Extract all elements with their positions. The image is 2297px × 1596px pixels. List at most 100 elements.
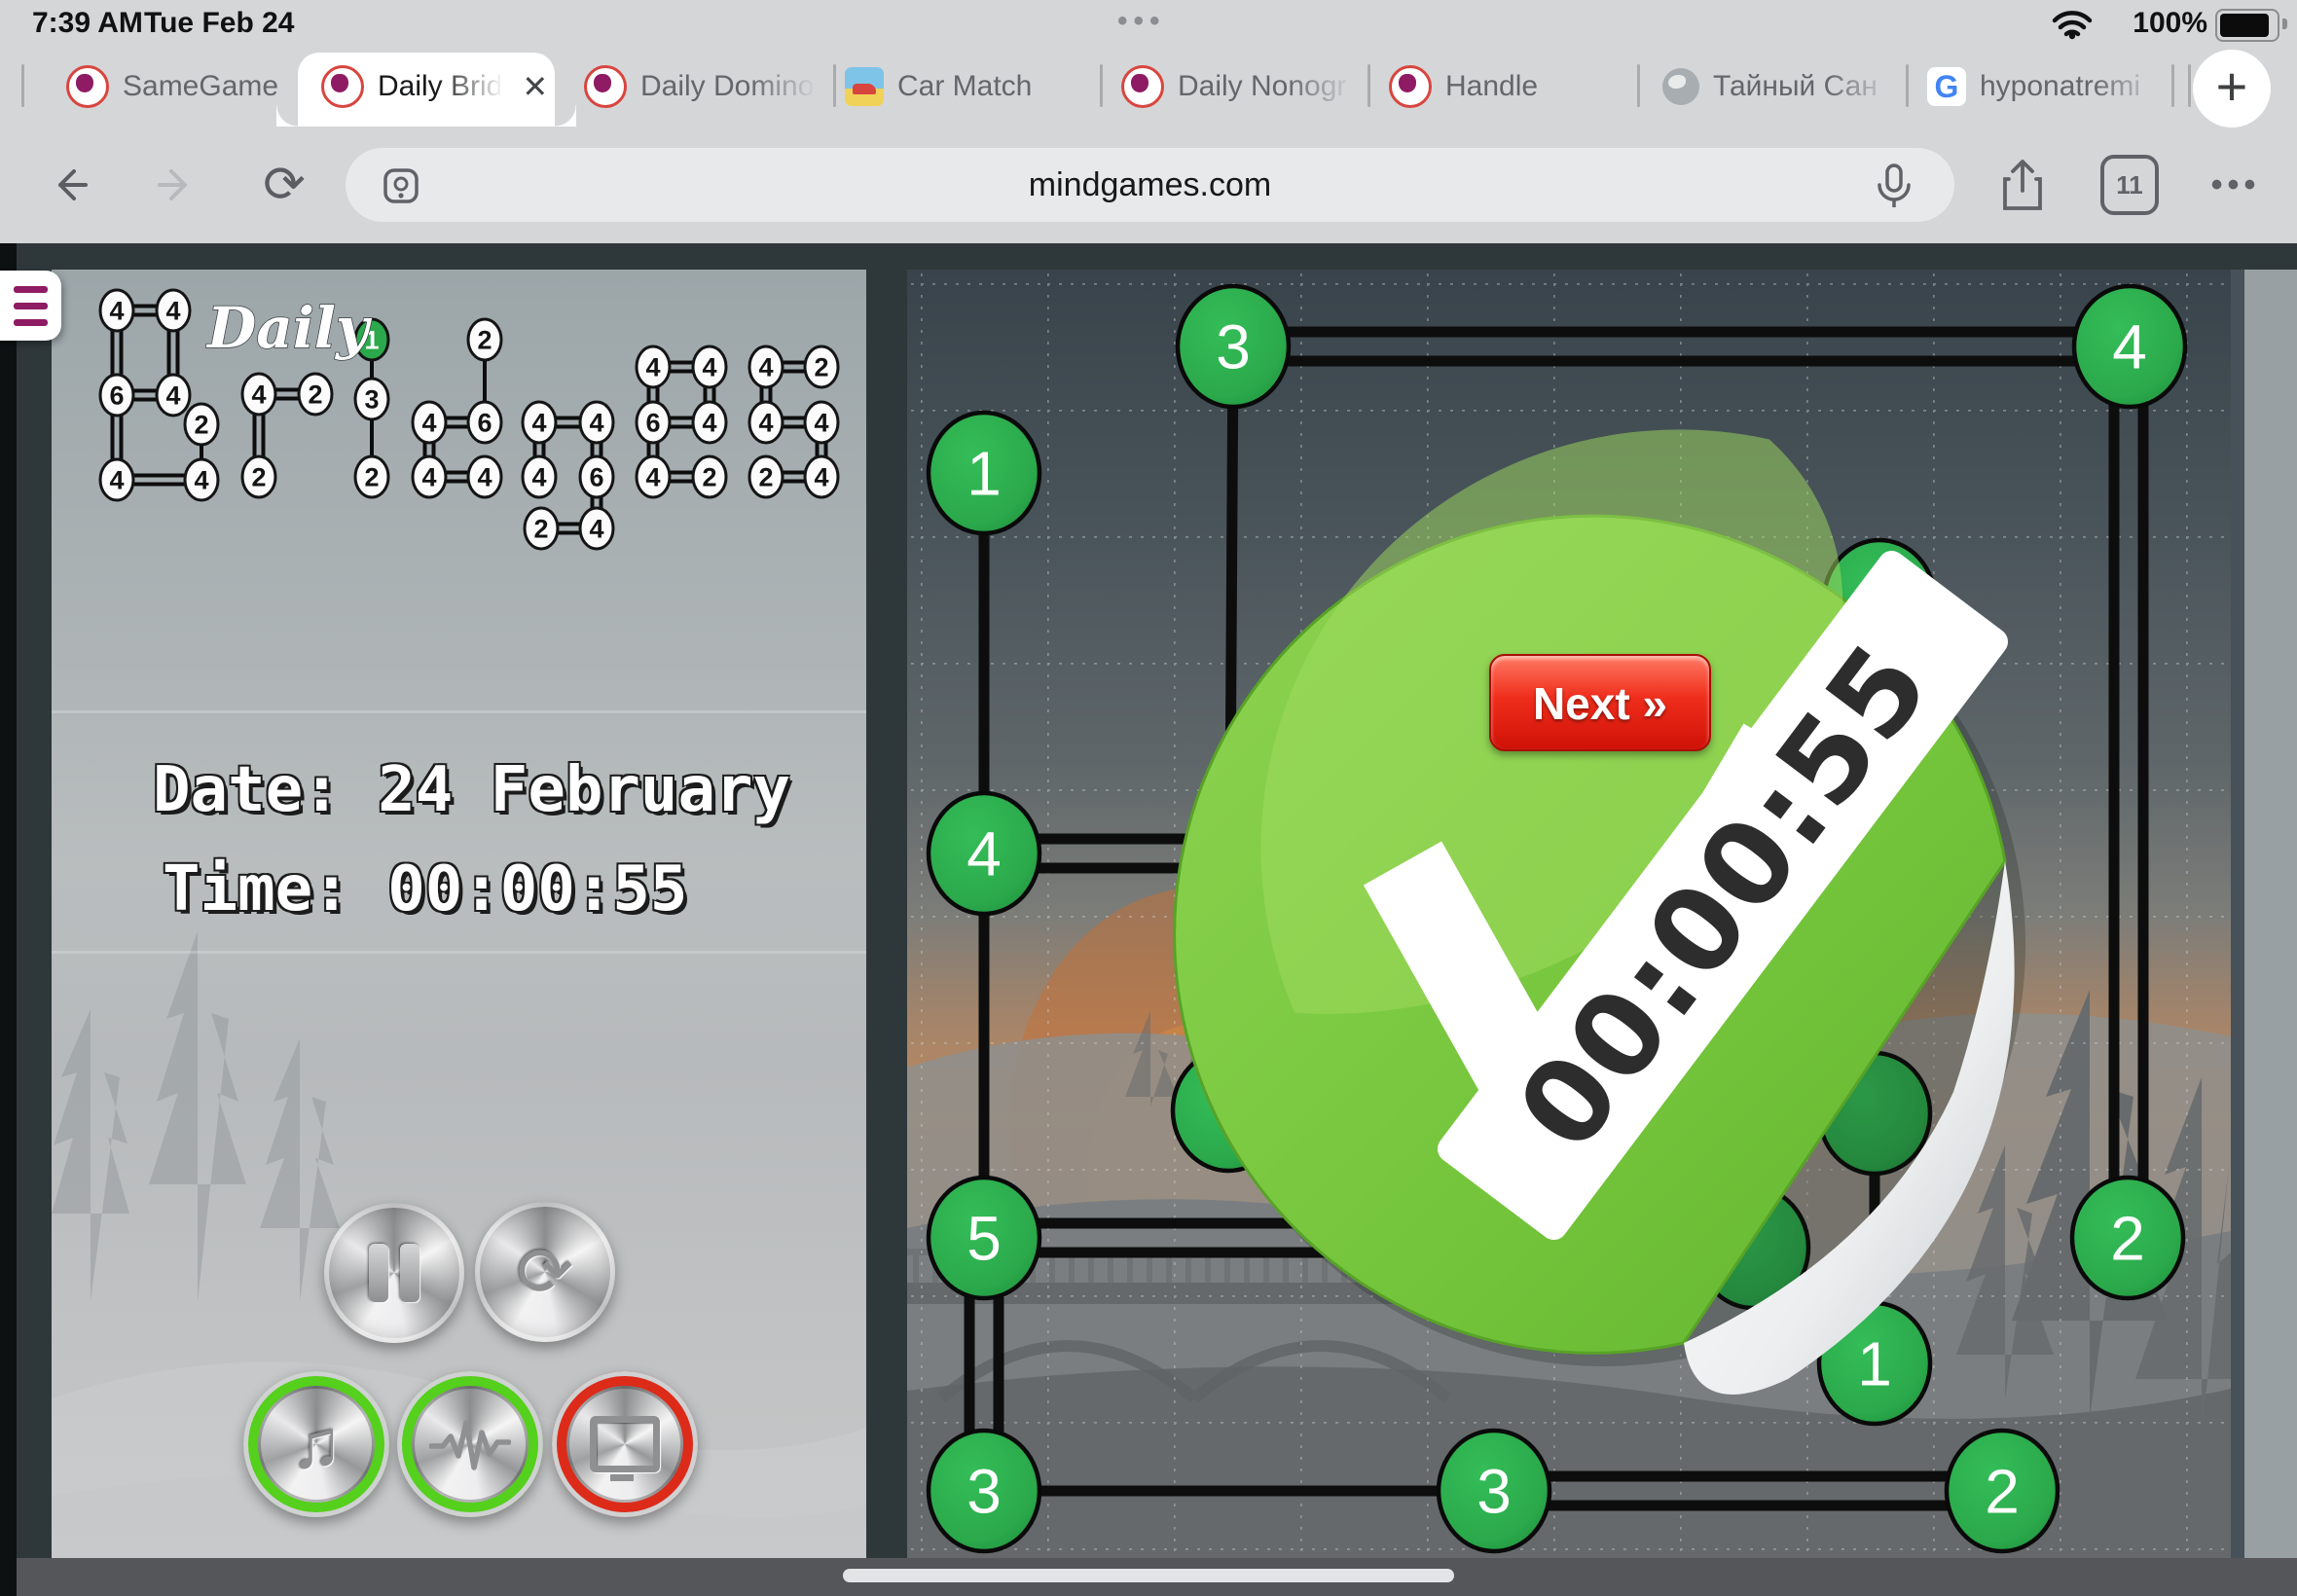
node-value: 4 xyxy=(165,381,180,410)
bridges-board: 34124521332 00:00:55 xyxy=(907,270,2231,1558)
date-label: Date: 24 February xyxy=(153,754,791,826)
bridge-node: 4 xyxy=(98,457,135,502)
horizontal-scrollbar[interactable] xyxy=(843,1569,1454,1582)
node-value: 1 xyxy=(1857,1328,1892,1398)
mindgames-icon xyxy=(321,65,364,108)
browser-chrome: 7:39 AM Tue Feb 24 ••• 100% SameGame Dai… xyxy=(0,0,2297,244)
bridge-node: 4 xyxy=(466,454,503,499)
restart-icon: ⟳ xyxy=(516,1234,574,1310)
tab-car-match[interactable]: Car Match xyxy=(845,47,1032,127)
battery-percent: 100% xyxy=(2133,7,2207,39)
bridge-node[interactable]: 4 xyxy=(2071,283,2188,410)
bridge-node[interactable]: 2 xyxy=(1944,1428,2060,1554)
bridge-node: 2 xyxy=(183,402,220,447)
tab-samegame[interactable]: SameGame xyxy=(66,47,278,127)
bridge-node: 4 xyxy=(691,400,728,445)
node-value: 3 xyxy=(1216,311,1251,381)
node-value: 4 xyxy=(109,465,124,494)
bridge-node: 2 xyxy=(747,454,784,499)
node-value: 4 xyxy=(531,462,546,491)
url-bar[interactable]: mindgames.com xyxy=(346,148,1954,222)
tab-label: Handle xyxy=(1445,70,1539,102)
bridge-node: 4 xyxy=(691,345,728,389)
bridge-node: 4 xyxy=(635,454,672,499)
bridge-node: 4 xyxy=(521,400,558,445)
forward-button[interactable] xyxy=(148,127,206,243)
bridge-node[interactable]: 1 xyxy=(926,410,1042,536)
reload-button[interactable]: ⟳ xyxy=(255,127,313,243)
music-button[interactable]: ♫ xyxy=(243,1371,389,1517)
pause-button[interactable] xyxy=(324,1203,464,1343)
bridge-node[interactable]: 5 xyxy=(926,1175,1042,1301)
mindgames-icon xyxy=(584,65,627,108)
node-value: 4 xyxy=(702,408,716,437)
tab-label: Car Match xyxy=(897,70,1033,102)
bridge-node[interactable]: 3 xyxy=(1436,1428,1552,1554)
hamburger-icon xyxy=(14,286,48,293)
tab-overview-button[interactable]: 11 xyxy=(2100,127,2159,243)
bridge-node[interactable]: 3 xyxy=(1175,283,1292,410)
display-button[interactable] xyxy=(552,1371,698,1517)
new-tab-button[interactable]: + xyxy=(2193,50,2271,127)
node-value: 2 xyxy=(1985,1456,2020,1526)
node-value: 6 xyxy=(109,381,124,410)
bridge-node: 4 xyxy=(155,288,192,333)
bridge-node: 6 xyxy=(578,454,615,499)
more-menu-icon[interactable]: ••• xyxy=(2202,127,2270,243)
battery-icon xyxy=(2215,9,2279,42)
sound-wave-icon xyxy=(429,1420,511,1470)
tab-separator xyxy=(21,64,24,107)
close-tab-icon[interactable]: ✕ xyxy=(522,68,548,105)
mindgames-icon xyxy=(66,65,109,108)
node-value: 3 xyxy=(364,384,379,414)
bridge-node[interactable]: 3 xyxy=(926,1428,1042,1554)
bridge-node: 4 xyxy=(183,457,220,502)
next-button[interactable]: Next » xyxy=(1489,654,1711,751)
tab-separator xyxy=(1100,64,1103,107)
node-value: 4 xyxy=(814,462,828,491)
bridge-node[interactable]: 2 xyxy=(2069,1175,2186,1301)
restart-button[interactable]: ⟳ xyxy=(475,1202,615,1342)
node-value: 4 xyxy=(758,408,773,437)
bridge-node: 2 xyxy=(240,454,277,499)
node-value: 2 xyxy=(251,462,266,491)
bridge-node: 4 xyxy=(411,454,448,499)
game-side-panel: 446424442213224644444624446442424424 Dai… xyxy=(52,270,866,1558)
node-value: 4 xyxy=(966,818,1002,889)
bridge-node: 2 xyxy=(297,372,334,417)
status-date: Tue Feb 24 xyxy=(144,7,295,39)
bridge-node: 4 xyxy=(578,506,615,551)
bridge-node[interactable]: 4 xyxy=(926,790,1042,917)
bridge-node: 6 xyxy=(635,400,672,445)
bridge-node: 4 xyxy=(578,400,615,445)
mic-icon[interactable] xyxy=(1873,163,1915,210)
car-match-icon xyxy=(845,67,884,106)
share-icon[interactable] xyxy=(1993,127,2052,243)
bridge-node: 4 xyxy=(747,345,784,389)
bridge-node: 2 xyxy=(691,454,728,499)
node-value: 6 xyxy=(477,408,492,437)
label-fade xyxy=(1287,54,1355,119)
node-value: 4 xyxy=(589,514,603,543)
node-value: 6 xyxy=(589,462,603,491)
node-value: 2 xyxy=(477,325,492,354)
panel-divider xyxy=(52,710,866,713)
back-button[interactable] xyxy=(39,127,97,243)
label-fade xyxy=(436,54,504,119)
node-value: 6 xyxy=(645,408,660,437)
node-value: 2 xyxy=(814,352,828,381)
node-value: 4 xyxy=(194,465,208,494)
label-fade xyxy=(749,54,818,119)
node-value: 4 xyxy=(109,296,124,325)
multitask-dots-icon: ••• xyxy=(1117,5,1166,37)
tab-handle[interactable]: Handle xyxy=(1389,47,1538,127)
label-fade xyxy=(1826,54,1894,119)
daily-bridges-logo: 4 46 424 44 2213224 64 44 44 62 44 46 44 24 24 42 4 Dai… xyxy=(98,288,840,551)
hamburger-menu-button[interactable] xyxy=(0,271,61,341)
page-content: 446424442213224644444624446442424424 Dai… xyxy=(0,243,2297,1596)
right-margin xyxy=(2231,270,2297,1558)
bridge-node: 4 xyxy=(803,454,840,499)
sound-button[interactable] xyxy=(397,1371,543,1517)
node-value: 1 xyxy=(966,438,1002,508)
tab-daily-bridges-active[interactable]: Daily Brid ✕ xyxy=(321,47,548,127)
